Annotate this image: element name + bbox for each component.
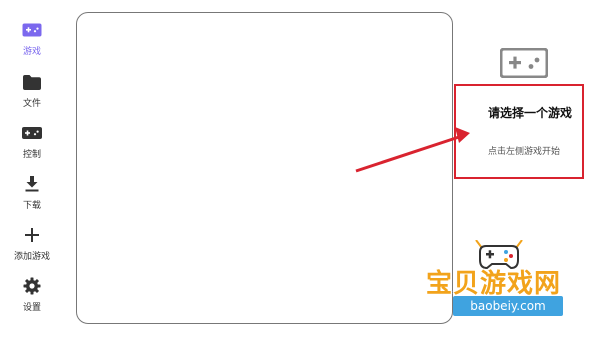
hint-title: 请选择一个游戏	[488, 106, 573, 120]
gamepad-icon	[20, 18, 44, 42]
sidebar-item-label: 控制	[22, 150, 41, 160]
watermark-url: baobeiy.com	[453, 296, 563, 316]
watermark-brand: 宝贝游戏网	[426, 269, 562, 299]
sidebar-item-files[interactable]: 文件	[0, 70, 64, 110]
sidebar-item-label: 下载	[22, 201, 41, 211]
gamepad-icon	[499, 47, 549, 79]
sidebar-item-controls[interactable]: 控制	[0, 121, 64, 161]
sidebar: 游戏 文件 控制 下载 添加游戏 设置	[0, 0, 64, 337]
controller-icon	[20, 121, 44, 145]
download-icon	[20, 172, 44, 196]
game-display-panel[interactable]	[76, 12, 453, 324]
sidebar-item-download[interactable]: 下载	[0, 172, 64, 212]
gear-icon	[20, 274, 44, 298]
watermark: 宝贝游戏网 baobeiy.com	[398, 238, 598, 333]
sidebar-item-label: 添加游戏	[13, 252, 50, 262]
sidebar-item-label: 文件	[22, 99, 41, 109]
sidebar-item-label: 设置	[22, 303, 41, 313]
select-game-hint: 请选择一个游戏 点击左侧游戏开始	[454, 84, 584, 179]
sidebar-item-settings[interactable]: 设置	[0, 274, 64, 314]
sidebar-item-add-game[interactable]: 添加游戏	[0, 223, 64, 263]
folder-icon	[20, 70, 44, 94]
hint-subtitle: 点击左侧游戏开始	[488, 147, 561, 157]
plus-icon	[20, 223, 44, 247]
app-window: 游戏 文件 控制 下载 添加游戏 设置 请选择一个游戏 点击左侧游戏开始 宝贝游…	[0, 0, 600, 337]
sidebar-item-label: 游戏	[22, 47, 41, 57]
sidebar-item-games[interactable]: 游戏	[0, 18, 64, 58]
